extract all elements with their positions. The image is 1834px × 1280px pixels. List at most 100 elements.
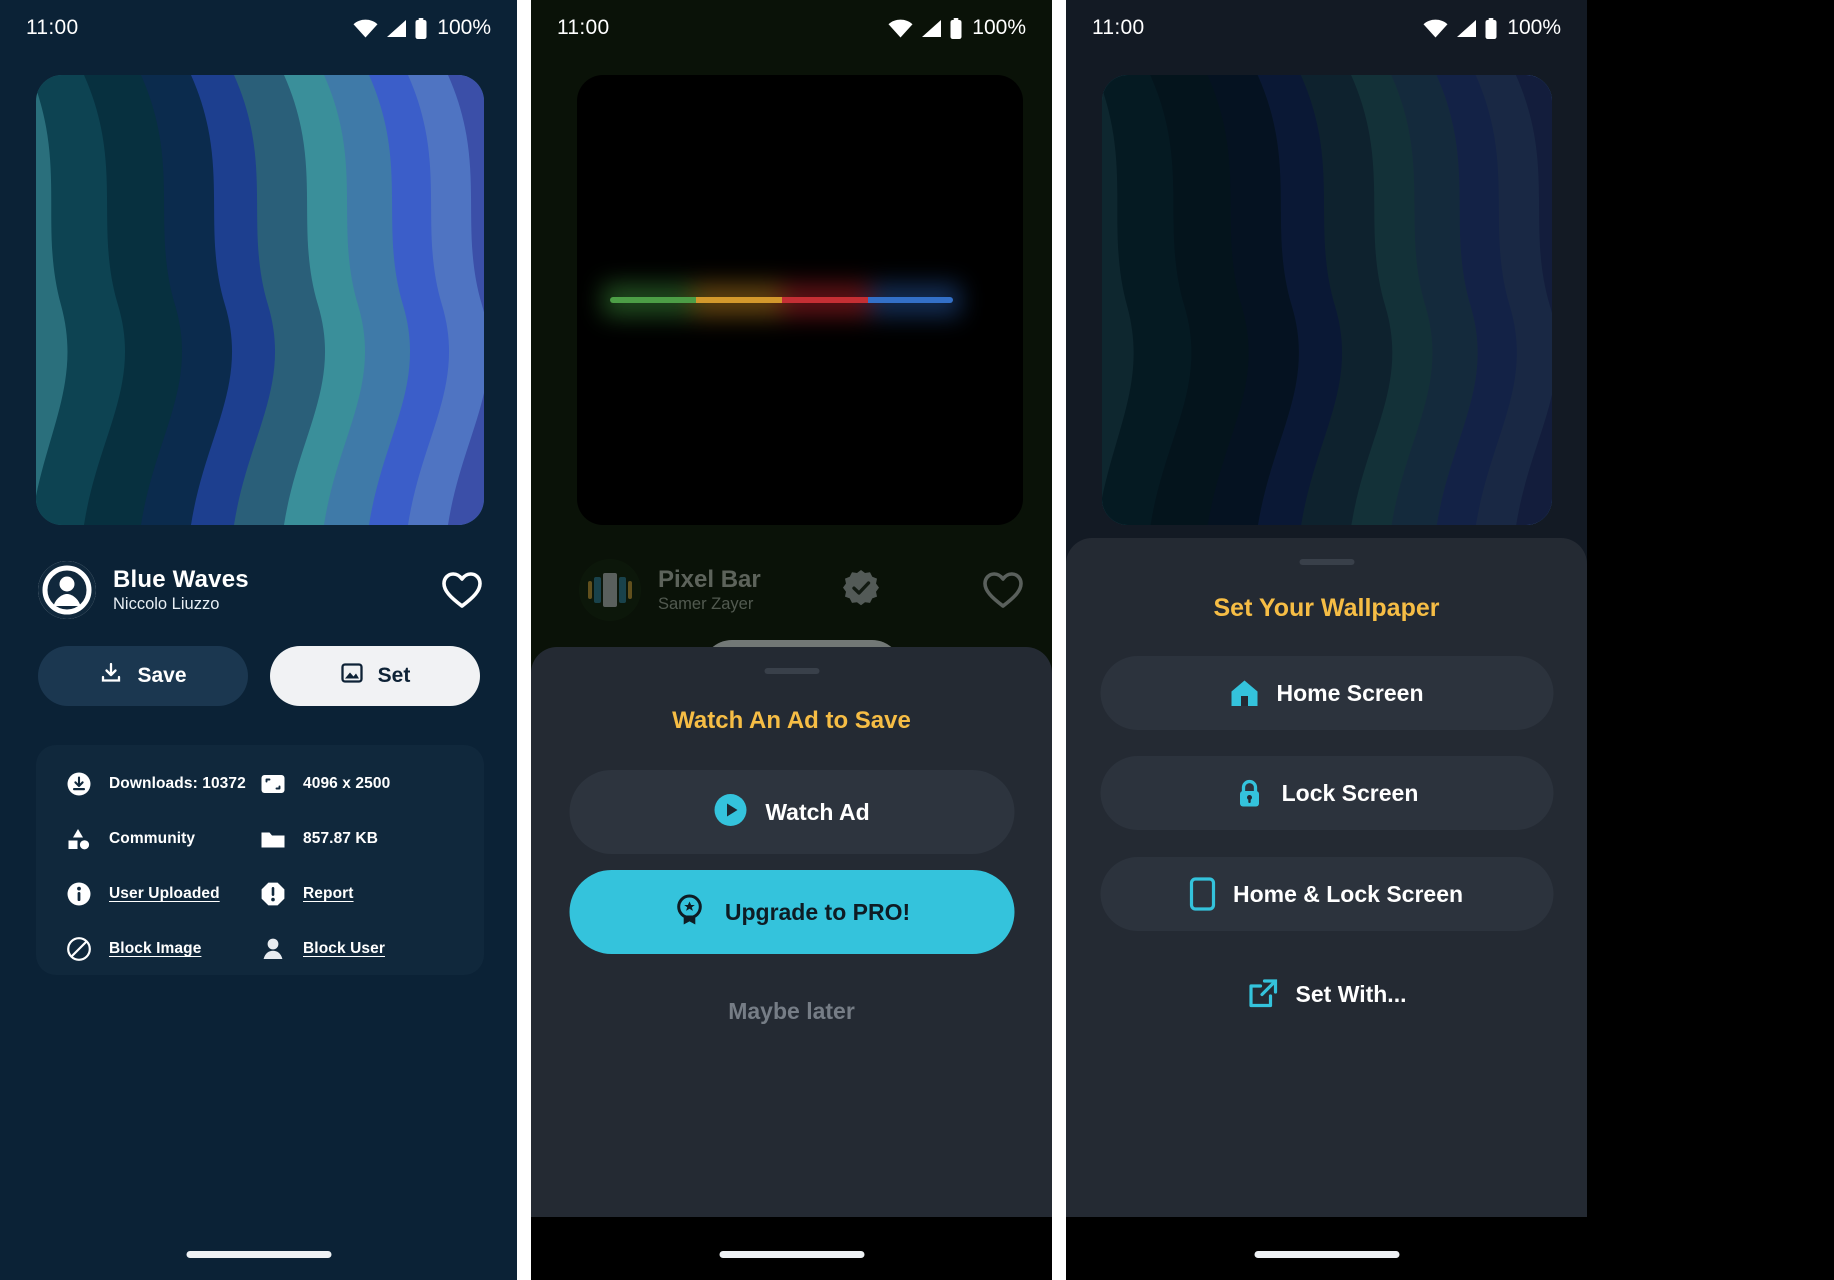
avatar[interactable] — [579, 559, 641, 621]
option-lock-screen[interactable]: Lock Screen — [1100, 756, 1553, 830]
watch-ad-bottom-sheet: Watch An Ad to Save Watch Ad Upgrade to … — [531, 647, 1052, 1217]
wallpaper-meta-row: Blue Waves Niccolo Liuzzo — [38, 554, 483, 626]
panel-divider — [517, 0, 531, 1280]
status-bar: 11:00 100% — [0, 0, 517, 56]
info-label[interactable]: Report — [303, 885, 354, 903]
upgrade-to-pro-label: Upgrade to PRO! — [724, 898, 911, 925]
panel-watch-ad: 11:00 100% Pixel Bar Samer Zayer Watch A… — [531, 0, 1052, 1280]
option-label: Home & Lock Screen — [1232, 880, 1464, 907]
watch-ad-button[interactable]: Watch Ad — [569, 770, 1014, 854]
battery-icon — [415, 17, 427, 39]
play-circle-icon — [713, 793, 747, 832]
download-circle-icon — [66, 771, 92, 797]
status-icons: 100% — [353, 16, 491, 40]
wallpaper-title: Blue Waves — [113, 565, 249, 593]
wallpaper-author: Niccolo Liuzzo — [113, 595, 220, 614]
award-badge-icon — [673, 893, 707, 932]
resolution-icon — [260, 771, 286, 797]
wallpaper-title: Pixel Bar — [658, 565, 761, 593]
sheet-grabber[interactable] — [764, 668, 819, 674]
info-block-image[interactable]: Block Image — [66, 936, 260, 962]
home-icon — [1229, 678, 1259, 708]
info-circle-icon — [66, 881, 92, 907]
home-indicator[interactable] — [1254, 1251, 1399, 1258]
set-button-label: Set — [377, 664, 411, 687]
save-button[interactable]: Save — [38, 646, 248, 706]
navigation-bar — [531, 1217, 1052, 1280]
info-label[interactable]: Block Image — [109, 940, 201, 958]
save-button-label: Save — [137, 664, 187, 687]
option-home-screen[interactable]: Home Screen — [1100, 656, 1553, 730]
image-icon — [340, 661, 364, 691]
wallpaper-image — [36, 75, 484, 525]
cellular-signal-icon — [1455, 19, 1477, 38]
wifi-icon — [1423, 19, 1448, 38]
sheet-title: Watch An Ad to Save — [672, 707, 911, 734]
battery-icon — [950, 17, 962, 39]
battery-percent: 100% — [437, 16, 491, 39]
info-row: Community 857.87 KB — [66, 826, 454, 852]
status-time: 11:00 — [26, 16, 79, 39]
cellular-signal-icon — [920, 19, 942, 38]
info-label[interactable]: Block User — [303, 940, 385, 958]
set-wallpaper-bottom-sheet: Set Your Wallpaper Home Screen Lock Scre… — [1066, 538, 1587, 1217]
folder-icon — [260, 826, 286, 852]
open-external-icon — [1247, 978, 1279, 1010]
panel-set-wallpaper: 11:00 100% Set Your Wallpaper Home Scree… — [1066, 0, 1587, 1280]
sheet-title: Set Your Wallpaper — [1213, 594, 1440, 622]
report-alert-icon — [260, 881, 286, 907]
option-label: Home Screen — [1276, 679, 1424, 706]
community-shapes-icon — [66, 826, 92, 852]
info-label[interactable]: User Uploaded — [109, 885, 220, 903]
info-filesize: 857.87 KB — [260, 826, 454, 852]
pixel-bar-avatar-art — [588, 573, 632, 607]
wifi-icon — [353, 19, 378, 38]
status-time: 11:00 — [557, 16, 610, 39]
watch-ad-label: Watch Ad — [765, 798, 870, 825]
home-indicator[interactable] — [186, 1251, 331, 1258]
battery-percent: 100% — [972, 16, 1026, 39]
sheet-grabber[interactable] — [1299, 559, 1354, 565]
option-home-and-lock-screen[interactable]: Home & Lock Screen — [1100, 857, 1553, 931]
wallpaper-author: Samer Zayer — [658, 595, 754, 614]
panel-wallpaper-detail: 11:00 100% Blue Waves Niccolo Liuzzo Sav… — [0, 0, 517, 1280]
verified-badge-icon[interactable] — [841, 568, 881, 613]
wallpaper-preview[interactable] — [36, 75, 484, 525]
info-block-user[interactable]: Block User — [260, 936, 454, 962]
info-resolution: 4096 x 2500 — [260, 771, 454, 797]
info-label: 857.87 KB — [303, 830, 379, 847]
option-label: Lock Screen — [1281, 779, 1419, 806]
battery-percent: 100% — [1507, 16, 1561, 39]
smartphone-icon — [1190, 877, 1216, 911]
set-button[interactable]: Set — [270, 646, 480, 706]
action-button-row: Save Set — [38, 646, 480, 706]
maybe-later-button[interactable]: Maybe later — [531, 998, 1052, 1025]
info-community: Community — [66, 826, 260, 852]
lock-icon — [1235, 778, 1265, 808]
download-icon — [99, 661, 123, 691]
dim-overlay — [1102, 75, 1552, 525]
info-label: 4096 x 2500 — [303, 775, 391, 792]
panel-divider — [1052, 0, 1066, 1280]
info-label: Downloads: 10372 — [109, 775, 246, 792]
wallpaper-preview[interactable] — [577, 75, 1023, 525]
cellular-signal-icon — [385, 19, 407, 38]
status-icons: 100% — [888, 16, 1026, 40]
upgrade-to-pro-button[interactable]: Upgrade to PRO! — [569, 870, 1014, 954]
wallpaper-meta-row: Pixel Bar Samer Zayer — [579, 554, 1024, 626]
info-report[interactable]: Report — [260, 881, 454, 907]
wallpaper-preview — [1102, 75, 1552, 525]
info-downloads: Downloads: 10372 — [66, 771, 260, 797]
navigation-bar — [1066, 1217, 1587, 1280]
account-circle-icon[interactable] — [38, 561, 96, 619]
heart-outline-icon[interactable] — [441, 571, 483, 609]
battery-icon — [1485, 17, 1497, 39]
option-set-with[interactable]: Set With... — [1100, 957, 1553, 1031]
info-row: User Uploaded Report — [66, 881, 454, 907]
heart-outline-icon[interactable] — [982, 571, 1024, 609]
block-circle-icon — [66, 936, 92, 962]
status-icons: 100% — [1423, 16, 1561, 40]
home-indicator[interactable] — [719, 1251, 864, 1258]
status-bar: 11:00 100% — [531, 0, 1052, 56]
info-user-uploaded[interactable]: User Uploaded — [66, 881, 260, 907]
